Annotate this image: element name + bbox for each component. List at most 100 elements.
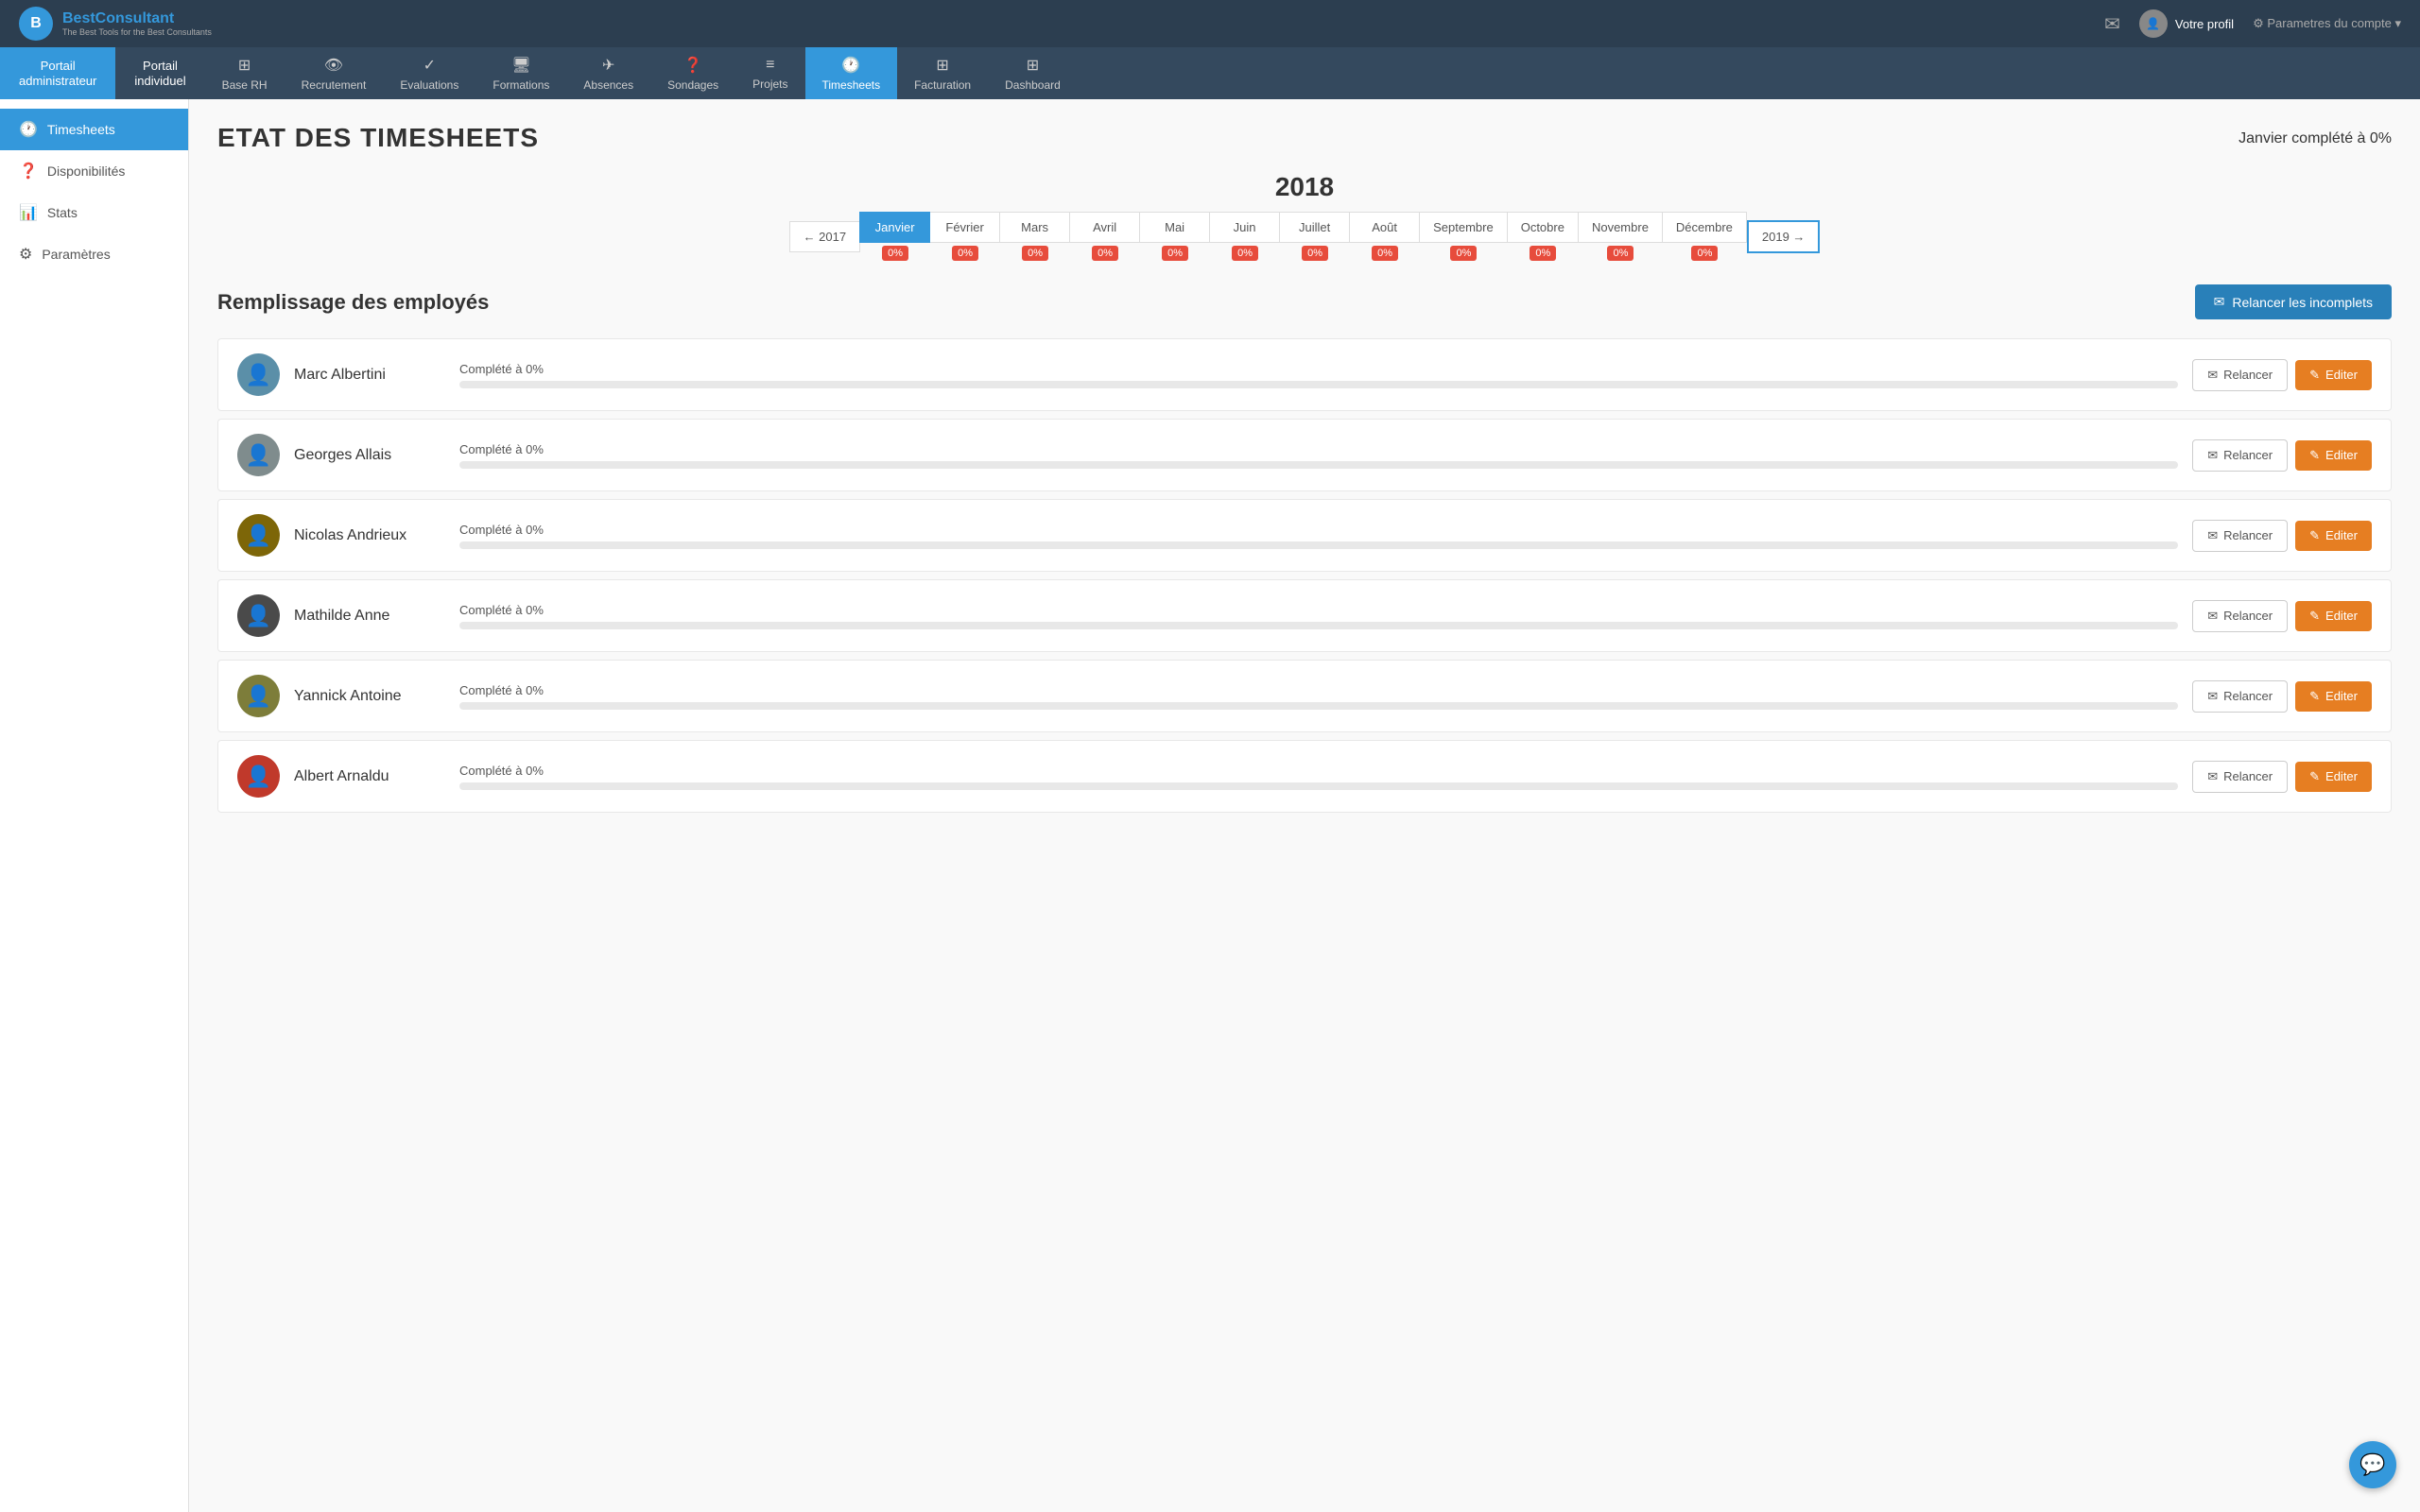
relancer-button[interactable]: ✉ Relancer bbox=[2192, 520, 2288, 552]
month-badge-septembre: 0% bbox=[1450, 246, 1477, 261]
parametres-icon: ⚙ bbox=[19, 245, 32, 264]
month-decembre: Décembre 0% bbox=[1663, 212, 1747, 261]
recrutement-icon: 👁 bbox=[324, 56, 343, 75]
sidebar-item-timesheets[interactable]: 🕐 Timesheets bbox=[0, 109, 188, 150]
menu-sondages[interactable]: ❓ Sondages bbox=[650, 47, 735, 99]
editer-button[interactable]: ✎ Editer bbox=[2295, 601, 2372, 631]
brand-text: BestConsultant The Best Tools for the Be… bbox=[62, 10, 212, 37]
menu-projets[interactable]: ≡ Projets bbox=[735, 47, 804, 99]
employee-actions: ✉ Relancer ✎ Editer bbox=[2192, 761, 2372, 793]
relancer-button[interactable]: ✉ Relancer bbox=[2192, 359, 2288, 391]
year-section: 2018 ← 2017 Janvier 0% Février 0% Mars 0… bbox=[217, 172, 2392, 261]
month-badge-juin: 0% bbox=[1232, 246, 1258, 261]
menu-formations[interactable]: 🖥 Formations bbox=[475, 47, 566, 99]
year-label: 2018 bbox=[217, 172, 2392, 202]
month-badge-decembre: 0% bbox=[1691, 246, 1718, 261]
progress-section: Complété à 0% bbox=[459, 523, 2178, 549]
month-juin: Juin 0% bbox=[1210, 212, 1280, 261]
sidebar-item-label: Paramètres bbox=[42, 247, 110, 262]
menu-dashboard[interactable]: ⊞ Dashboard bbox=[988, 47, 1078, 99]
chat-icon: 💬 bbox=[2360, 1452, 2385, 1477]
month-button-mai[interactable]: Mai bbox=[1139, 212, 1210, 243]
sidebar-item-disponibilites[interactable]: ❓ Disponibilités bbox=[0, 150, 188, 192]
page-title: ETAT DES TIMESHEETS bbox=[217, 123, 539, 153]
month-badge-novembre: 0% bbox=[1607, 246, 1634, 261]
chat-bubble[interactable]: 💬 bbox=[2349, 1441, 2396, 1488]
month-janvier: Janvier 0% bbox=[860, 212, 930, 261]
month-badge-aout: 0% bbox=[1372, 246, 1398, 261]
next-year-button[interactable]: 2019 → bbox=[1747, 220, 1821, 253]
profile-label: Votre profil bbox=[2175, 17, 2234, 31]
avatar: 👤 bbox=[237, 675, 280, 717]
month-juillet: Juillet 0% bbox=[1280, 212, 1350, 261]
edit-icon: ✎ bbox=[2309, 689, 2320, 704]
month-button-avril[interactable]: Avril bbox=[1069, 212, 1140, 243]
mail-icon[interactable]: ✉ bbox=[2104, 12, 2120, 36]
profile-link[interactable]: 👤 Votre profil bbox=[2139, 9, 2234, 38]
edit-icon: ✎ bbox=[2309, 448, 2320, 463]
table-row: 👤 Yannick Antoine Complété à 0% ✉ Relanc… bbox=[217, 660, 2392, 732]
editer-button[interactable]: ✎ Editer bbox=[2295, 521, 2372, 551]
month-button-fevrier[interactable]: Février bbox=[929, 212, 1000, 243]
month-button-mars[interactable]: Mars bbox=[999, 212, 1070, 243]
month-button-novembre[interactable]: Novembre bbox=[1578, 212, 1663, 243]
editer-button[interactable]: ✎ Editer bbox=[2295, 681, 2372, 712]
month-fevrier: Février 0% bbox=[930, 212, 1000, 261]
menu-absences[interactable]: ✈ Absences bbox=[566, 47, 650, 99]
relancer-icon: ✉ bbox=[2207, 609, 2218, 624]
progress-bar bbox=[459, 381, 2178, 388]
portal-tabs: Portailadministrateur Portailindividuel bbox=[0, 47, 205, 99]
relancer-button[interactable]: ✉ Relancer bbox=[2192, 680, 2288, 713]
relancer-icon: ✉ bbox=[2207, 689, 2218, 704]
avatar: 👤 bbox=[237, 594, 280, 637]
month-button-janvier[interactable]: Janvier bbox=[859, 212, 930, 243]
month-button-septembre[interactable]: Septembre bbox=[1419, 212, 1508, 243]
evaluations-icon: ✓ bbox=[424, 56, 436, 75]
menu-recrutement[interactable]: 👁 Recrutement bbox=[285, 47, 384, 99]
month-badge-fevrier: 0% bbox=[952, 246, 978, 261]
menu-base-rh[interactable]: ⊞ Base RH bbox=[205, 47, 285, 99]
month-button-juin[interactable]: Juin bbox=[1209, 212, 1280, 243]
editer-button[interactable]: ✎ Editer bbox=[2295, 440, 2372, 471]
progress-label: Complété à 0% bbox=[459, 683, 2178, 697]
menu-facturation[interactable]: ⊞ Facturation bbox=[897, 47, 988, 99]
relancer-button[interactable]: ✉ Relancer bbox=[2192, 439, 2288, 472]
portal-tab-individual[interactable]: Portailindividuel bbox=[115, 47, 204, 99]
portal-tab-admin[interactable]: Portailadministrateur bbox=[0, 47, 115, 99]
month-badge-avril: 0% bbox=[1092, 246, 1118, 261]
menu-evaluations[interactable]: ✓ Evaluations bbox=[383, 47, 475, 99]
employees-list: 👤 Marc Albertini Complété à 0% ✉ Relance… bbox=[217, 338, 2392, 813]
sidebar-item-stats[interactable]: 📊 Stats bbox=[0, 192, 188, 233]
table-row: 👤 Marc Albertini Complété à 0% ✉ Relance… bbox=[217, 338, 2392, 411]
menu-timesheets[interactable]: 🕐 Timesheets bbox=[805, 47, 898, 99]
relancer-button[interactable]: ✉ Relancer bbox=[2192, 761, 2288, 793]
relancer-all-icon: ✉ bbox=[2214, 294, 2225, 310]
relancer-all-button[interactable]: ✉ Relancer les incomplets bbox=[2195, 284, 2392, 319]
top-navbar: B BestConsultant The Best Tools for the … bbox=[0, 0, 2420, 47]
editer-button[interactable]: ✎ Editer bbox=[2295, 762, 2372, 792]
main-menu: ⊞ Base RH 👁 Recrutement ✓ Evaluations 🖥 … bbox=[205, 47, 2420, 99]
params-link[interactable]: ⚙ Parametres du compte ▾ bbox=[2253, 16, 2401, 31]
relancer-button[interactable]: ✉ Relancer bbox=[2192, 600, 2288, 632]
month-button-decembre[interactable]: Décembre bbox=[1662, 212, 1747, 243]
timesheets-icon: 🕐 bbox=[841, 56, 860, 75]
table-row: 👤 Albert Arnaldu Complété à 0% ✉ Relance… bbox=[217, 740, 2392, 813]
month-button-octobre[interactable]: Octobre bbox=[1507, 212, 1579, 243]
month-badge-janvier: 0% bbox=[882, 246, 908, 261]
avatar: 👤 bbox=[237, 353, 280, 396]
month-button-aout[interactable]: Août bbox=[1349, 212, 1420, 243]
progress-bar bbox=[459, 461, 2178, 469]
absences-icon: ✈ bbox=[602, 56, 614, 75]
editer-button[interactable]: ✎ Editer bbox=[2295, 360, 2372, 390]
avatar: 👤 bbox=[237, 434, 280, 476]
employee-actions: ✉ Relancer ✎ Editer bbox=[2192, 600, 2372, 632]
employee-name: Marc Albertini bbox=[294, 367, 445, 384]
sidebar-item-parametres[interactable]: ⚙ Paramètres bbox=[0, 233, 188, 275]
month-badge-juillet: 0% bbox=[1302, 246, 1328, 261]
month-button-juillet[interactable]: Juillet bbox=[1279, 212, 1350, 243]
formations-icon: 🖥 bbox=[511, 56, 530, 75]
brand-logo-area: B BestConsultant The Best Tools for the … bbox=[19, 7, 212, 41]
sidebar-item-label: Disponibilités bbox=[47, 163, 125, 179]
month-aout: Août 0% bbox=[1350, 212, 1420, 261]
prev-year-button[interactable]: ← 2017 bbox=[789, 221, 861, 252]
